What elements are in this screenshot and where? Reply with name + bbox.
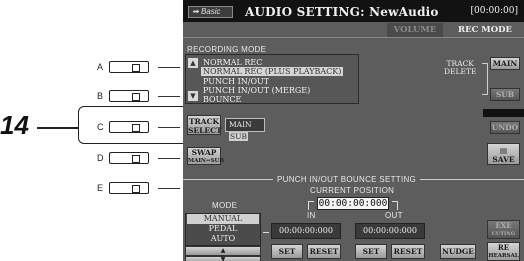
save-label: SAVE [492,155,515,164]
rehearsal-button[interactable]: RE HEARSAL [487,242,520,261]
page-title: AUDIO SETTING: NewAudio [245,5,439,19]
side-button-d[interactable] [109,152,149,164]
tab-rec-mode[interactable]: REC MODE [449,23,521,37]
side-button-a[interactable] [109,61,149,73]
recording-mode-item[interactable]: NORMAL REC [203,58,262,67]
side-button-letter-e: E [97,183,104,193]
side-button-letter-c: C [97,122,104,132]
side-button-letter-d: D [97,153,104,163]
mode-list[interactable]: MANUAL PEDAL AUTO [185,213,261,246]
recording-mode-item-selected[interactable]: NORMAL REC (PLUS PLAYBACK) [201,67,344,76]
basic-arrow-icon: ➡︎ [192,7,199,16]
track-delete-main-button[interactable]: MAIN [490,57,520,70]
mode-item[interactable]: PEDAL [187,224,259,234]
punch-in-time-display: 00:00:00:000 [271,223,341,239]
side-button-e-line [158,188,180,189]
save-disk-icon: ▤ [499,146,508,155]
basic-label: Basic [200,7,221,16]
recording-mode-item[interactable]: PUNCH IN/OUT (MERGE) [203,86,310,95]
track-select-label-1: TRACK [188,117,220,126]
current-position-label: CURRENT POSITION [310,186,395,195]
in-bracket [308,201,314,210]
reset-out-button[interactable]: RESET [391,244,425,259]
set-out-button[interactable]: SET [355,244,387,259]
track-delete-label-2: DELETE [444,67,477,76]
callout-step-number: 14 [0,110,29,140]
swap-label-2: MAIN↔SUB [188,158,224,164]
header-time: [00:00:00] [470,6,518,16]
level-meter-bar [483,109,524,117]
swap-label-1: SWAP [191,148,217,157]
scroll-up-icon[interactable]: ▲ [188,58,198,68]
side-button-b-line [158,96,180,97]
mode-scroll-down-icon[interactable]: ▼ [185,256,261,261]
reset-in-button[interactable]: RESET [307,244,341,259]
out-bracket [392,201,398,210]
in-label: IN [307,211,316,220]
tab-divider [183,37,524,38]
callout-leader-line [37,127,78,129]
punch-out-time-display: 00:00:00:000 [355,223,425,239]
scroll-down-icon[interactable]: ▼ [188,91,198,101]
out-label: OUT [385,211,403,220]
side-button-b[interactable] [109,90,149,102]
set-in-button[interactable]: SET [271,244,303,259]
rehearsal-label-1: RE [497,243,510,252]
track-delete-sub-button[interactable]: SUB [490,88,520,101]
execute-label-1: EXE [495,221,512,230]
swap-main-sub-button[interactable]: SWAP MAIN↔SUB [187,147,224,165]
recording-mode-header: RECORDING MODE [187,45,267,54]
tab-volume[interactable]: VOLUME [387,23,443,37]
recording-mode-item[interactable]: BOUNCE [203,95,241,103]
execute-label-2: CUTING [491,231,516,237]
execute-button[interactable]: EXE CUTING [487,220,520,239]
mode-item-selected[interactable]: MANUAL [187,214,259,224]
track-select-label-2: SELECT [188,126,222,135]
side-button-c-line [158,127,180,128]
side-button-letter-a: A [97,62,104,72]
save-button[interactable]: ▤ SAVE [487,143,520,165]
lcd-screen: ➡︎ Basic AUDIO SETTING: NewAudio [00:00:… [183,0,524,261]
side-button-letter-b: B [97,91,104,101]
punch-section-header: PUNCH IN/OUT BOUNCE SETTING [273,175,421,184]
current-position-display: 00:00:00:000 [317,197,389,210]
side-button-a-line [158,67,180,68]
mode-item[interactable]: AUTO [187,234,259,244]
track-select-button[interactable]: TRACK SELECT [187,115,222,135]
recording-mode-list[interactable]: ▲ ▼ NORMAL REC NORMAL REC (PLUS PLAYBACK… [185,54,359,104]
track-delete-label: TRACK DELETE [444,60,476,76]
side-button-c[interactable] [109,121,149,133]
track-sub-label: SUB [229,132,248,141]
track-main-label: MAIN [229,120,252,129]
basic-mode-indicator: ➡︎ Basic [188,6,233,18]
mode-label: MODE [212,201,238,210]
mode-connector [263,232,269,233]
undo-button[interactable]: UNDO [490,121,520,134]
side-button-e[interactable] [109,182,149,194]
track-delete-bracket [482,63,488,95]
rehearsal-label-2: HEARSAL [488,253,519,259]
mode-scroll-up-icon[interactable]: ▲ [185,246,261,256]
side-button-d-line [158,158,180,159]
track-select-indicator: MAIN SUB [225,118,265,141]
recording-mode-item[interactable]: PUNCH IN/OUT [203,77,269,86]
nudge-button[interactable]: NUDGE [440,244,476,259]
